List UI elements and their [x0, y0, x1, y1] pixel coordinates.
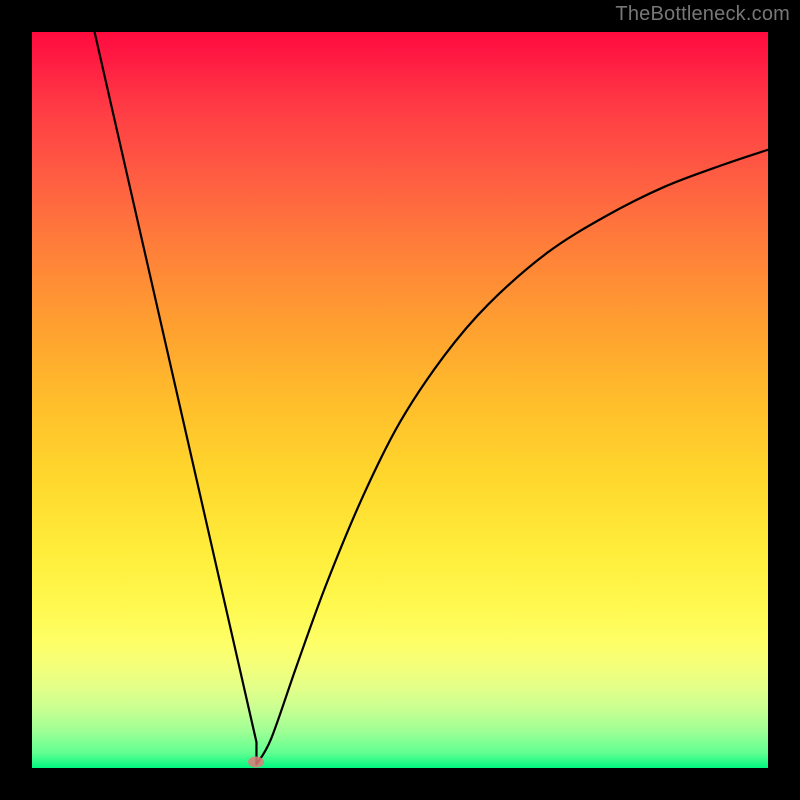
bottleneck-curve [32, 32, 768, 768]
attribution-text: TheBottleneck.com [615, 3, 790, 26]
chart-canvas: TheBottleneck.com [0, 0, 800, 800]
plot-area [32, 32, 768, 768]
minimum-marker [248, 757, 264, 768]
